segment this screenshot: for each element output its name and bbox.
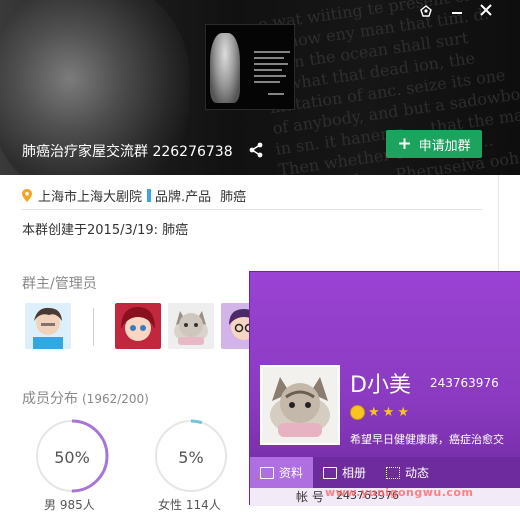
group-tag[interactable]: 肺癌 bbox=[220, 186, 246, 205]
smile-icon bbox=[350, 405, 365, 420]
location-pin-icon bbox=[22, 189, 32, 202]
star-icon: ★ bbox=[397, 404, 409, 420]
feed-icon bbox=[386, 466, 401, 479]
profile-avatar[interactable] bbox=[260, 365, 340, 445]
tab-label: 动态 bbox=[405, 466, 430, 480]
male-ratio-label: 50% bbox=[54, 448, 90, 467]
tab-profile[interactable]: 资料 bbox=[250, 457, 314, 488]
divider bbox=[22, 209, 482, 210]
profile-signature: 希望早日健健康康，癌症治愈交 bbox=[350, 433, 504, 446]
group-info-row: 上海市上海大剧院 品牌.产品 肺癌 bbox=[22, 186, 246, 205]
profile-card: D小美 243763976 ★ ★ ★ 希望早日健健康康，癌症治愈交 资料 相册… bbox=[249, 271, 520, 506]
group-location[interactable]: 上海市上海大剧院 bbox=[38, 186, 142, 205]
id-card-icon bbox=[260, 466, 274, 479]
members-section-title: 成员分布 (1962/200) bbox=[22, 388, 149, 408]
group-title: 肺癌治疗家屋交流群 226276738 bbox=[22, 141, 233, 161]
plus-icon: + bbox=[397, 133, 412, 154]
tab-album[interactable]: 相册 bbox=[313, 457, 376, 488]
group-category[interactable]: 品牌.产品 bbox=[155, 186, 211, 205]
profile-tabs: 资料 相册 动态 bbox=[250, 457, 520, 488]
admins-section-title: 群主/管理员 bbox=[22, 276, 97, 292]
admin-separator bbox=[93, 308, 94, 346]
level-badges: ★ ★ ★ bbox=[350, 405, 409, 420]
category-marker-icon bbox=[147, 189, 152, 202]
admin-avatar[interactable] bbox=[168, 303, 214, 349]
group-id: 226276738 bbox=[152, 144, 233, 160]
admin-avatar[interactable] bbox=[115, 303, 161, 349]
photo-icon bbox=[323, 466, 338, 479]
skin-icon[interactable] bbox=[419, 4, 433, 21]
female-ratio-label: 5% bbox=[178, 448, 204, 467]
star-icon: ★ bbox=[368, 404, 380, 420]
minimize-icon[interactable] bbox=[451, 2, 463, 19]
close-icon[interactable] bbox=[480, 4, 492, 19]
tab-feed[interactable]: 动态 bbox=[376, 457, 439, 488]
account-label: 帐 号 bbox=[296, 490, 324, 504]
group-avatar[interactable] bbox=[205, 24, 295, 110]
profile-number: 243763976 bbox=[430, 376, 499, 390]
tab-label: 相册 bbox=[342, 466, 367, 480]
bust-image bbox=[210, 33, 240, 103]
watermark: www.yunigongwu.com bbox=[325, 486, 474, 499]
group-name: 肺癌治疗家屋交流群 bbox=[22, 144, 148, 160]
owner-avatar[interactable] bbox=[25, 303, 71, 349]
join-group-label: 申请加群 bbox=[418, 138, 471, 154]
admin-avatar[interactable] bbox=[221, 303, 250, 349]
group-created-text: 本群创建于2015/3/19: 肺癌 bbox=[22, 223, 189, 238]
tab-label: 资料 bbox=[279, 466, 304, 480]
group-header-banner: e wat wiiting te present ond ha If know e… bbox=[0, 0, 520, 175]
members-title: 成员分布 bbox=[22, 391, 78, 407]
members-count: (1962/200) bbox=[82, 392, 149, 406]
star-icon: ★ bbox=[382, 404, 395, 420]
profile-name: D小美 bbox=[350, 373, 411, 398]
group-profile-window: e wat wiiting te present ond ha If know e… bbox=[0, 0, 520, 512]
share-icon[interactable] bbox=[248, 142, 264, 162]
join-group-button[interactable]: + 申请加群 bbox=[386, 130, 482, 158]
